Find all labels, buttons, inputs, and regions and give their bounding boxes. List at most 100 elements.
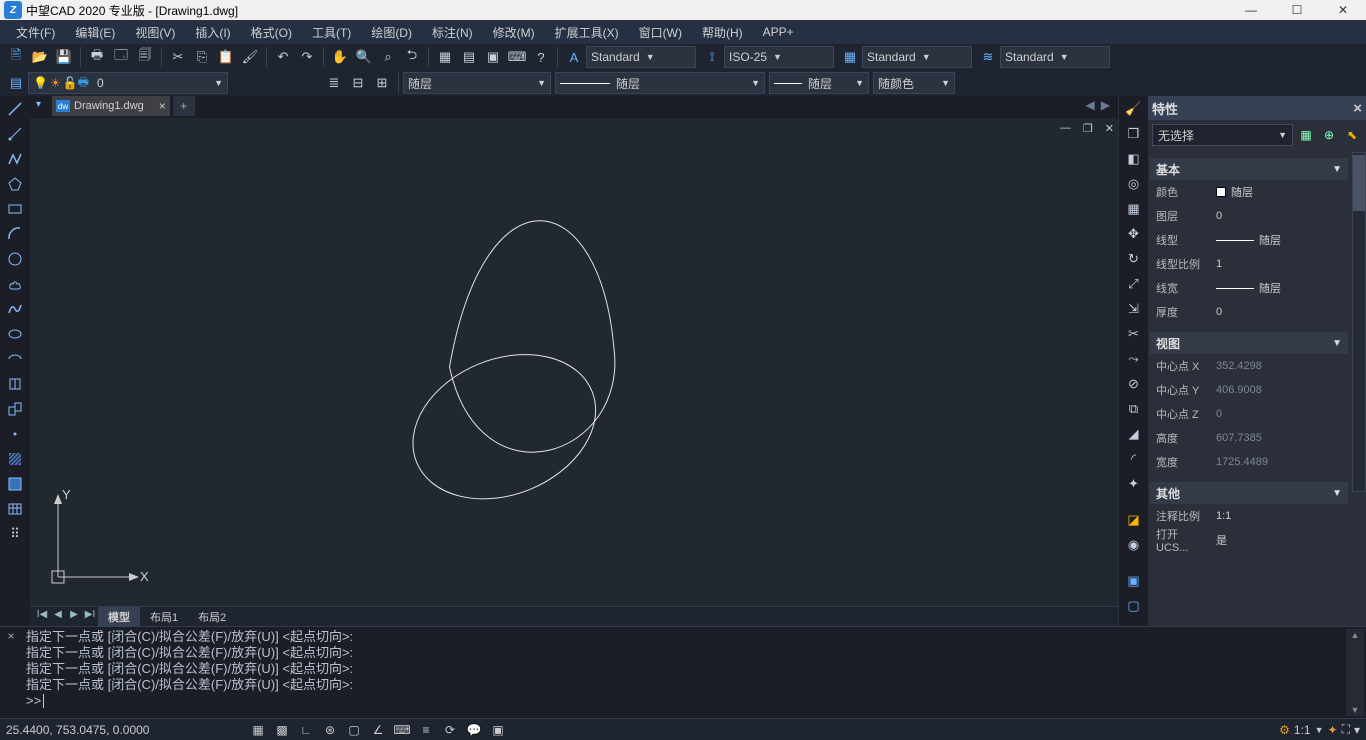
command-close-icon[interactable]: ×	[0, 627, 22, 718]
layeroff-icon[interactable]: ⊞	[371, 72, 393, 94]
lineweight-dropdown[interactable]: 随层▼	[769, 72, 869, 94]
redo-icon[interactable]: ↷	[296, 46, 318, 68]
grip-icon[interactable]: ⠿	[3, 523, 27, 545]
calc-icon[interactable]: ⌨	[506, 46, 528, 68]
command-input[interactable]: >>	[26, 693, 1340, 709]
revcloud-icon[interactable]	[3, 273, 27, 295]
zoom-win-icon[interactable]: ⌕	[377, 46, 399, 68]
menu-edit[interactable]: 编辑(E)	[65, 21, 125, 44]
copy-icon[interactable]: ⎘	[191, 46, 213, 68]
textstyle-dropdown[interactable]: Standard▼	[586, 46, 696, 68]
layout-tab-1[interactable]: 布局1	[140, 607, 188, 627]
ellipse-icon[interactable]	[3, 323, 27, 345]
menu-app[interactable]: APP+	[753, 22, 804, 42]
circle-icon[interactable]	[3, 248, 27, 270]
tooltip-icon[interactable]: 💬	[463, 721, 485, 739]
fillet-icon[interactable]: ◜	[1123, 448, 1145, 470]
draworder-icon[interactable]: ◪	[1123, 509, 1145, 531]
table-icon[interactable]	[3, 498, 27, 520]
save-icon[interactable]: 💾	[53, 46, 75, 68]
layout-next-icon[interactable]: ▶	[66, 609, 82, 625]
fullscreen-icon[interactable]: ⛶	[1342, 722, 1350, 737]
properties-icon[interactable]: ▦	[434, 46, 456, 68]
doc-close-icon2[interactable]: ✕	[1105, 122, 1114, 135]
command-scrollbar[interactable]: ▲▼	[1346, 629, 1364, 716]
trim-icon[interactable]: ✂	[1123, 323, 1145, 345]
insert-icon[interactable]	[3, 373, 27, 395]
doc-max-icon[interactable]: ❐	[1083, 122, 1093, 135]
join-icon[interactable]: ⧉	[1123, 398, 1145, 420]
color-dropdown[interactable]: 随层▼	[403, 72, 551, 94]
doc-min-icon[interactable]: —	[1060, 122, 1071, 135]
maximize-button[interactable]: ☐	[1274, 0, 1320, 20]
layout-prev-icon[interactable]: ◀	[50, 609, 66, 625]
hatch-icon[interactable]	[3, 448, 27, 470]
tabs-right-icon[interactable]: ▶	[1099, 98, 1112, 112]
erase-icon[interactable]: 🧹	[1123, 98, 1145, 120]
menu-window[interactable]: 窗口(W)	[629, 21, 692, 44]
new-tab-button[interactable]: +	[173, 96, 195, 116]
annovis-icon[interactable]: ✦	[1328, 723, 1338, 737]
mirror-icon[interactable]: ◧	[1123, 148, 1145, 170]
properties-scrollbar[interactable]	[1352, 152, 1366, 492]
menu-dim[interactable]: 标注(N)	[422, 21, 483, 44]
layout-first-icon[interactable]: I◀	[34, 609, 50, 625]
polyline-icon[interactable]	[3, 148, 27, 170]
help-icon[interactable]: ?	[530, 46, 552, 68]
otrack-icon[interactable]: ∠	[367, 721, 389, 739]
scale-icon[interactable]: ⤢	[1123, 273, 1145, 295]
layout-tab-2[interactable]: 布局2	[188, 607, 236, 627]
tabs-left-icon[interactable]: ◀	[1084, 98, 1097, 112]
layout-last-icon[interactable]: ▶I	[82, 609, 98, 625]
rotate-icon[interactable]: ↻	[1123, 248, 1145, 270]
designcenter-icon[interactable]: ▤	[458, 46, 480, 68]
menu-help[interactable]: 帮助(H)	[692, 21, 753, 44]
rectangle-icon[interactable]	[3, 198, 27, 220]
send-back-icon[interactable]: ▢	[1123, 595, 1145, 617]
ellipsearc-icon[interactable]	[3, 348, 27, 370]
layout-tab-model[interactable]: 模型	[98, 607, 140, 627]
new-icon[interactable]: 🗎	[5, 46, 27, 68]
print-icon[interactable]: 🖶	[86, 46, 108, 68]
selection-filter[interactable]: 无选择▼	[1152, 124, 1293, 146]
menu-modify[interactable]: 修改(M)	[483, 21, 545, 44]
point-icon[interactable]	[3, 423, 27, 445]
preview-icon[interactable]: 🗔	[110, 46, 132, 68]
grid-icon[interactable]: ▩	[271, 721, 293, 739]
arc-icon[interactable]	[3, 223, 27, 245]
polygon-icon[interactable]	[3, 173, 27, 195]
annoscale-icon[interactable]: ⚙	[1279, 723, 1290, 737]
options-icon[interactable]: ▾	[1354, 723, 1360, 737]
match-icon[interactable]: 🖌	[239, 46, 261, 68]
mlstyle-icon[interactable]: ≋	[977, 46, 999, 68]
model-icon[interactable]: ▣	[487, 721, 509, 739]
undo-icon[interactable]: ↶	[272, 46, 294, 68]
plotstyle-dropdown[interactable]: 随颜色▼	[873, 72, 955, 94]
layerprev-icon[interactable]: ≣	[323, 72, 345, 94]
ortho-icon[interactable]: ∟	[295, 721, 317, 739]
cut-icon[interactable]: ✂	[167, 46, 189, 68]
tablestyle-icon[interactable]: ▦	[839, 46, 861, 68]
cycle-icon[interactable]: ⟳	[439, 721, 461, 739]
osnap-icon[interactable]: ▢	[343, 721, 365, 739]
menu-ext[interactable]: 扩展工具(X)	[545, 21, 629, 44]
dimstyle-icon[interactable]: ⟟	[701, 46, 723, 68]
document-tab[interactable]: dw Drawing1.dwg ×	[52, 96, 170, 116]
layermgr-icon[interactable]: ▤	[5, 72, 27, 94]
line-icon[interactable]	[3, 98, 27, 120]
pickadd-icon[interactable]: ⊕	[1319, 125, 1339, 145]
zoom-rt-icon[interactable]: 🔍	[353, 46, 375, 68]
chamfer-icon[interactable]: ◢	[1123, 423, 1145, 445]
zoom-prev-icon[interactable]: ⮌	[401, 46, 423, 68]
menu-draw[interactable]: 绘图(D)	[361, 21, 422, 44]
menu-format[interactable]: 格式(O)	[241, 21, 302, 44]
break-icon[interactable]: ⊘	[1123, 373, 1145, 395]
spline-icon[interactable]	[3, 298, 27, 320]
menu-tools[interactable]: 工具(T)	[302, 21, 361, 44]
doc-close-icon[interactable]: ×	[159, 99, 166, 113]
ray-icon[interactable]	[3, 123, 27, 145]
select-objects-icon[interactable]: ⬉	[1342, 125, 1362, 145]
offset-icon[interactable]: ◎	[1123, 173, 1145, 195]
menu-insert[interactable]: 插入(I)	[185, 21, 240, 44]
extend-icon[interactable]: ⤳	[1123, 348, 1145, 370]
